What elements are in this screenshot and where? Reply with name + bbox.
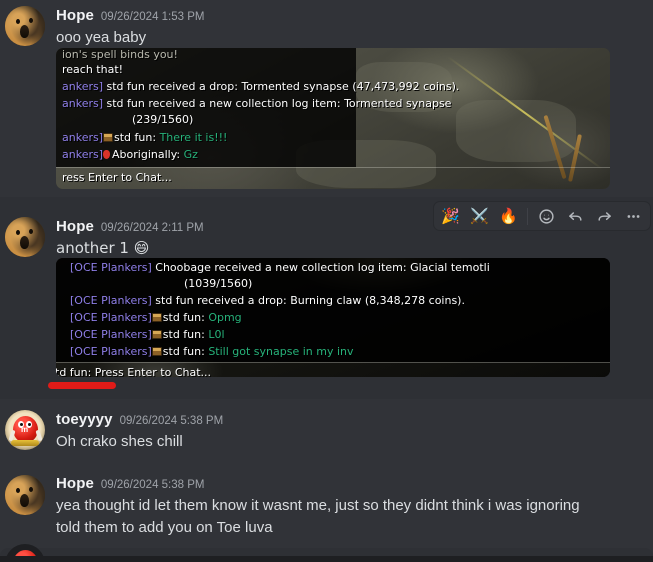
message-hover-toolbar[interactable]: 🎉 ⚔️ 🔥	[433, 201, 651, 231]
redaction-mark	[48, 382, 116, 389]
message-author[interactable]: toeyyyy	[56, 411, 113, 428]
message-timestamp: 09/26/2024 1:53 PM	[100, 11, 205, 23]
message-attachment-image[interactable]: [OCE Plankers] Choobage received a new c…	[56, 258, 610, 377]
game-chat-line: [OCE Plankers] std fun: Still got synapse…	[70, 345, 354, 358]
mm-letter: m	[21, 425, 29, 434]
window-bottom-edge	[0, 556, 653, 562]
message-text: another 1 😄	[56, 239, 150, 257]
avatar-eye	[16, 230, 20, 235]
avatar-snout	[20, 236, 29, 249]
message-header: Hope 09/26/2024 5:38 PM	[56, 475, 205, 493]
message-header: toeyyyy 09/26/2024 5:38 PM	[56, 411, 223, 429]
message-group[interactable]: Hope 09/26/2024 2:11 PM another 1 😄 🎉 ⚔️ …	[0, 197, 653, 399]
message-text: yea thought id let them know it wasnt me…	[56, 497, 580, 514]
message-header: Hope 09/26/2024 2:11 PM	[56, 218, 204, 236]
message-timestamp: 09/26/2024 2:11 PM	[100, 222, 204, 234]
discord-chat-window: Hope 09/26/2024 1:53 PM ooo yea baby ion'…	[0, 0, 653, 562]
game-chat-line: (239/1560)	[132, 113, 194, 126]
game-chat-line: ankers] std fun: There it is!!!	[62, 131, 228, 144]
game-chat-line: ankers] std fun received a new collectio…	[62, 97, 452, 110]
avatar-eye	[29, 229, 33, 234]
message-author[interactable]: Hope	[56, 475, 94, 492]
avatar[interactable]: m	[5, 410, 45, 450]
fire-emoji[interactable]: 🔥	[495, 203, 522, 229]
message-author[interactable]: Hope	[56, 218, 94, 235]
party-popper-emoji[interactable]: 🎉	[437, 203, 464, 229]
avatar[interactable]	[5, 217, 45, 257]
avatar-eye	[16, 488, 20, 493]
game-chat-line: [OCE Plankers] std fun received a drop: …	[70, 294, 465, 307]
more-options-icon[interactable]	[620, 203, 647, 229]
game-chat-line: (1039/1560)	[184, 277, 253, 290]
message-attachment-image[interactable]: ion's spell binds you! reach that! anker…	[56, 48, 610, 189]
game-chat-divider	[56, 362, 610, 363]
game-chat-input-prompt: ress Enter to Chat...	[62, 171, 172, 184]
avatar-eye	[29, 18, 33, 23]
avatar-snout	[20, 25, 29, 38]
game-chat-line: ion's spell binds you!	[62, 48, 178, 61]
add-reaction-icon[interactable]	[533, 203, 560, 229]
avatar[interactable]	[5, 475, 45, 515]
game-chat-line: ankers] std fun received a drop: Torment…	[62, 80, 460, 93]
message-timestamp: 09/26/2024 5:38 PM	[119, 415, 224, 427]
message-text: ooo yea baby	[56, 29, 147, 46]
avatar-eye	[16, 19, 20, 24]
game-chat-input-prompt: td fun: Press Enter to Chat...	[56, 366, 212, 378]
message-group[interactable]: m toeyyyy 09/26/2024 5:38 PM Oh crako she…	[0, 404, 653, 464]
message-group[interactable]: Hope 09/26/2024 1:53 PM ooo yea baby ion'…	[0, 0, 653, 195]
avatar-eye	[29, 487, 33, 492]
game-chat-line: [OCE Plankers] Choobage received a new c…	[70, 261, 490, 274]
message-text-second-line: told them to add you on Toe luva	[56, 519, 273, 536]
crossed-swords-emoji[interactable]: ⚔️	[466, 203, 493, 229]
message-header: Hope 09/26/2024 1:53 PM	[56, 7, 205, 25]
game-chat-line: [OCE Plankers] std fun: Opmg	[70, 311, 242, 324]
reply-icon[interactable]	[562, 203, 589, 229]
avatar[interactable]	[5, 6, 45, 46]
message-text: Oh crako shes chill	[56, 433, 183, 450]
toolbar-divider	[527, 207, 528, 225]
game-chat-line: reach that!	[62, 63, 124, 76]
game-chat-divider	[56, 167, 610, 168]
message-author[interactable]: Hope	[56, 7, 94, 24]
game-chat-line: [OCE Plankers] std fun: L0l	[70, 328, 225, 341]
game-chat-line: ankers] Aboriginally: Gz	[62, 148, 198, 161]
mm-base	[11, 440, 39, 446]
message-group[interactable]: Hope 09/26/2024 5:38 PM yea thought id le…	[0, 469, 653, 545]
avatar-snout	[20, 494, 29, 507]
forward-icon[interactable]	[591, 203, 618, 229]
message-timestamp: 09/26/2024 5:38 PM	[100, 479, 205, 491]
